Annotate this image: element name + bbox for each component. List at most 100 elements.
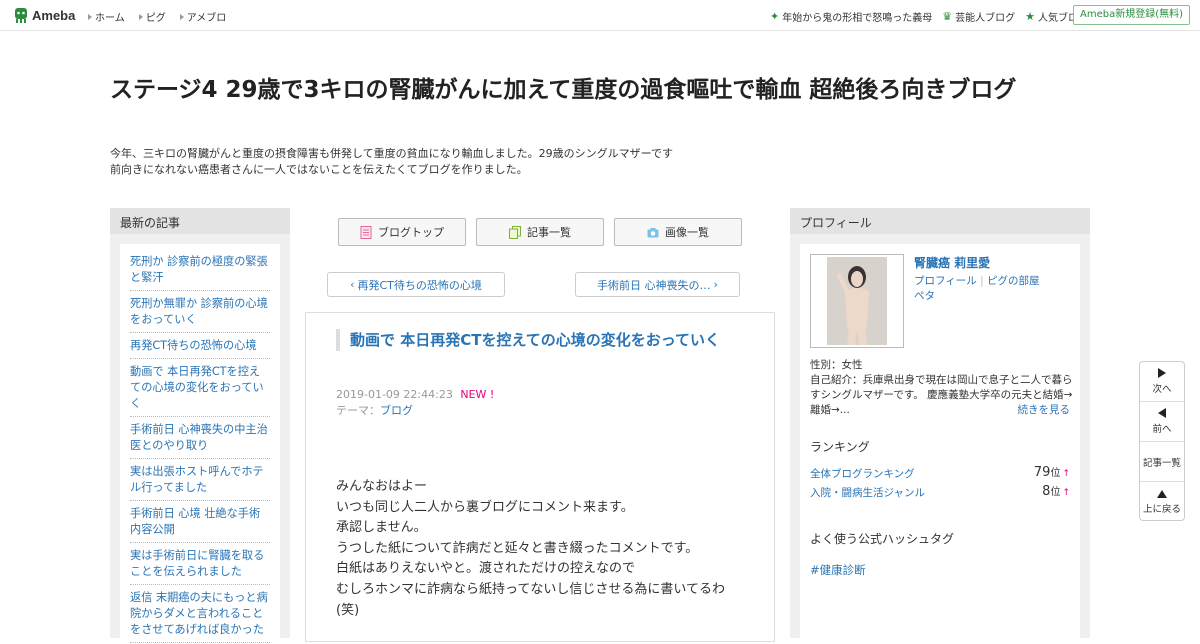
nav-ameblo[interactable]: アメブロ xyxy=(179,9,227,24)
celebrity-blog-link[interactable]: ♛ 芸能人ブログ xyxy=(942,9,1016,25)
profile-panel: プロフィール 腎臓癌 莉里愛 プロフィール | ピグの部屋 ペタ 性別：女性 自… xyxy=(790,208,1090,644)
nav-label: ホーム xyxy=(95,13,125,24)
profile-heading: プロフィール xyxy=(790,208,1090,234)
rank-number: 79 xyxy=(1033,465,1051,480)
recent-article-link[interactable]: 実は出張ホスト呼んでホテル行ってました xyxy=(130,462,270,501)
register-button[interactable]: Ameba新規登録(無料) xyxy=(1072,5,1190,25)
hashtag-link[interactable]: #健康診断 xyxy=(810,562,866,578)
sparkle-icon: ✦ xyxy=(770,9,780,23)
nav-pigg[interactable]: ピグ xyxy=(138,9,166,24)
recent-article-link[interactable]: 手術前日 心境 壮絶な手術内容公開 xyxy=(130,504,270,543)
article-list-float-button[interactable]: 記事一覧 xyxy=(1140,442,1184,482)
blog-description: 今年、三キロの腎臓がんと重度の摂食障害も併発して重度の貧血になり輸血しました。2… xyxy=(110,146,750,178)
recent-articles-panel: 最新の記事 死刑か 診察前の極度の緊張と緊汗 死刑か無罪か 診察前の心境をおって… xyxy=(110,208,290,644)
recent-article-link[interactable]: 実は手術前日に腎臓を取ることを伝えられました xyxy=(130,546,270,585)
article-line: むしろホンマに詐病なら紙持ってないし信じさせる為に書いてるわ(笑) xyxy=(336,581,725,618)
description-line: 前向きになれない癌患者さんに一人ではないことを伝えたくてブログを作りました。 xyxy=(110,163,528,176)
blog-menu-buttons: ブログトップ 記事一覧 画像一覧 xyxy=(338,218,742,246)
peta-link[interactable]: ペタ xyxy=(914,290,935,302)
blog-title[interactable]: ステージ4 29歳で3キロの腎臓がんに加えて重度の過食嘔吐で輸血 超絶後ろ向きブ… xyxy=(110,74,1090,106)
article-line: みんなおはよー xyxy=(336,479,428,494)
profile-photo[interactable] xyxy=(810,254,904,348)
arrow-up-icon xyxy=(1157,489,1167,498)
star-icon: ★ xyxy=(1025,9,1035,23)
profile-photo-image xyxy=(827,257,887,345)
chevron-left-icon: ‹ xyxy=(350,278,355,291)
pigg-room-link[interactable]: ピグの部屋 xyxy=(987,275,1040,287)
profile-gender: 性別：女性 xyxy=(810,359,863,371)
recent-articles-heading: 最新の記事 xyxy=(110,208,290,234)
ranking-label[interactable]: 全体ブログランキング xyxy=(810,468,915,480)
arrow-right-icon xyxy=(1158,368,1166,378)
separator: | xyxy=(976,275,988,287)
description-line: 今年、三キロの腎臓がんと重度の摂食障害も併発して重度の貧血になり輸血しました。2… xyxy=(110,147,674,160)
ranking-heading: ランキング xyxy=(810,440,870,454)
hashtag-heading: よく使う公式ハッシュタグ xyxy=(810,532,955,546)
arrow-left-icon xyxy=(1158,408,1166,418)
button-label: 画像一覧 xyxy=(665,226,709,239)
chevron-right-icon: › xyxy=(713,278,718,291)
link-label: 年始から鬼の形相で怒鳴った義母 xyxy=(782,13,933,24)
recent-article-link[interactable]: 死刑か 診察前の極度の緊張と緊汗 xyxy=(130,252,270,291)
next-label: 次へ xyxy=(1152,384,1172,395)
article-list-button[interactable]: 記事一覧 xyxy=(476,218,604,246)
theme-link[interactable]: ブログ xyxy=(380,404,413,417)
caret-right-icon xyxy=(179,13,184,20)
profile-link[interactable]: プロフィール xyxy=(914,275,977,287)
article-line: いつも同じ人二人から裏ブログにコメント来ます。 xyxy=(336,499,634,515)
link-label: 芸能人ブログ xyxy=(955,13,1016,24)
top-right-links: ✦ 年始から鬼の形相で怒鳴った義母 ♛ 芸能人ブログ ★ 人気ブログ xyxy=(770,9,1088,25)
ameba-logo-icon xyxy=(15,8,27,23)
button-label: ブログトップ xyxy=(378,226,444,239)
read-more-link[interactable]: 続きを見る xyxy=(1018,402,1071,417)
ameba-logo[interactable]: Ameba xyxy=(13,6,75,24)
trending-topic-link[interactable]: ✦ 年始から鬼の形相で怒鳴った義母 xyxy=(770,9,933,25)
prev-article-link[interactable]: ‹ 再発CT待ちの恐怖の心境 xyxy=(327,272,505,297)
image-list-button[interactable]: 画像一覧 xyxy=(614,218,742,246)
recent-articles-list: 死刑か 診察前の極度の緊張と緊汗 死刑か無罪か 診察前の心境をおっていく 再発C… xyxy=(120,244,280,644)
prev-label: 前へ xyxy=(1152,424,1172,435)
article-meta: 2019-01-09 22:44:23 NEW ! テーマ：ブログ xyxy=(336,387,494,419)
blog-top-button[interactable]: ブログトップ xyxy=(338,218,466,246)
ranking-value: 79位 ↑ xyxy=(1034,464,1070,480)
camera-icon xyxy=(647,227,659,237)
prev-button[interactable]: 前へ xyxy=(1140,402,1184,442)
top-label: 上に戻る xyxy=(1142,503,1181,515)
rank-unit: 位 xyxy=(1050,487,1061,498)
back-to-top-button[interactable]: 上に戻る xyxy=(1140,482,1184,522)
ranking-label[interactable]: 入院・闘病生活ジャンル xyxy=(810,487,925,499)
next-article-link[interactable]: 手術前日 心神喪失の… › xyxy=(575,272,740,297)
logo-text: Ameba xyxy=(32,7,76,23)
theme-prefix: テーマ： xyxy=(336,404,380,417)
global-nav: ホーム ピグ アメブロ xyxy=(88,9,226,24)
next-article-label: 手術前日 心神喪失の… xyxy=(597,278,711,292)
crown-icon: ♛ xyxy=(942,9,953,23)
article: 動画で 本日再発CTを控えての心境の変化をおっていく 2019-01-09 22… xyxy=(305,312,775,642)
new-badge: NEW ! xyxy=(460,388,495,401)
ranking-value: 8位 ↑ xyxy=(1042,483,1070,499)
recent-article-link[interactable]: 再発CT待ちの恐怖の心境 xyxy=(130,336,270,359)
caret-right-icon xyxy=(88,13,92,20)
recent-article-link[interactable]: 返信 末期癌の夫にもっと病院からダメと言われることをさせてあげれば良かった xyxy=(130,588,270,643)
top-bar: Ameba ホーム ピグ アメブロ ✦ 年始から鬼の形相で怒鳴った義母 ♛ 芸能人ブ… xyxy=(0,0,1200,31)
button-label: 記事一覧 xyxy=(527,226,571,239)
profile-name[interactable]: 腎臓癌 莉里愛 xyxy=(914,254,990,271)
list-label: 記事一覧 xyxy=(1142,457,1181,469)
nav-home[interactable]: ホーム xyxy=(88,9,125,24)
profile-links: プロフィール | ピグの部屋 ペタ xyxy=(914,274,1074,304)
trend-up-icon: ↑ xyxy=(1062,469,1070,479)
article-date: 2019-01-09 22:44:23 xyxy=(336,388,453,401)
caret-right-icon xyxy=(138,13,143,20)
recent-article-link[interactable]: 死刑か無罪か 診察前の心境をおっていく xyxy=(130,294,270,333)
article-body: みんなおはよー いつも同じ人二人から裏ブログにコメント来ます。 承認しません。 … xyxy=(336,477,746,621)
recent-article-link[interactable]: 手術前日 心神喪失の中主治医とのやり取り xyxy=(130,420,270,459)
article-line: 白紙はありえないやと。渡されただけの控えなので xyxy=(336,561,636,577)
next-button[interactable]: 次へ xyxy=(1140,362,1184,402)
ranking-row: 入院・闘病生活ジャンル 8位 ↑ xyxy=(810,483,1070,500)
copy-icon xyxy=(509,225,521,239)
article-title[interactable]: 動画で 本日再発CTを控えての心境の変化をおっていく xyxy=(336,329,746,351)
trend-up-icon: ↑ xyxy=(1062,488,1070,498)
recent-article-link[interactable]: 動画で 本日再発CTを控えての心境の変化をおっていく xyxy=(130,362,270,417)
floating-nav: 次へ 前へ 記事一覧 上に戻る xyxy=(1139,361,1185,521)
nav-label: アメブロ xyxy=(186,13,227,24)
